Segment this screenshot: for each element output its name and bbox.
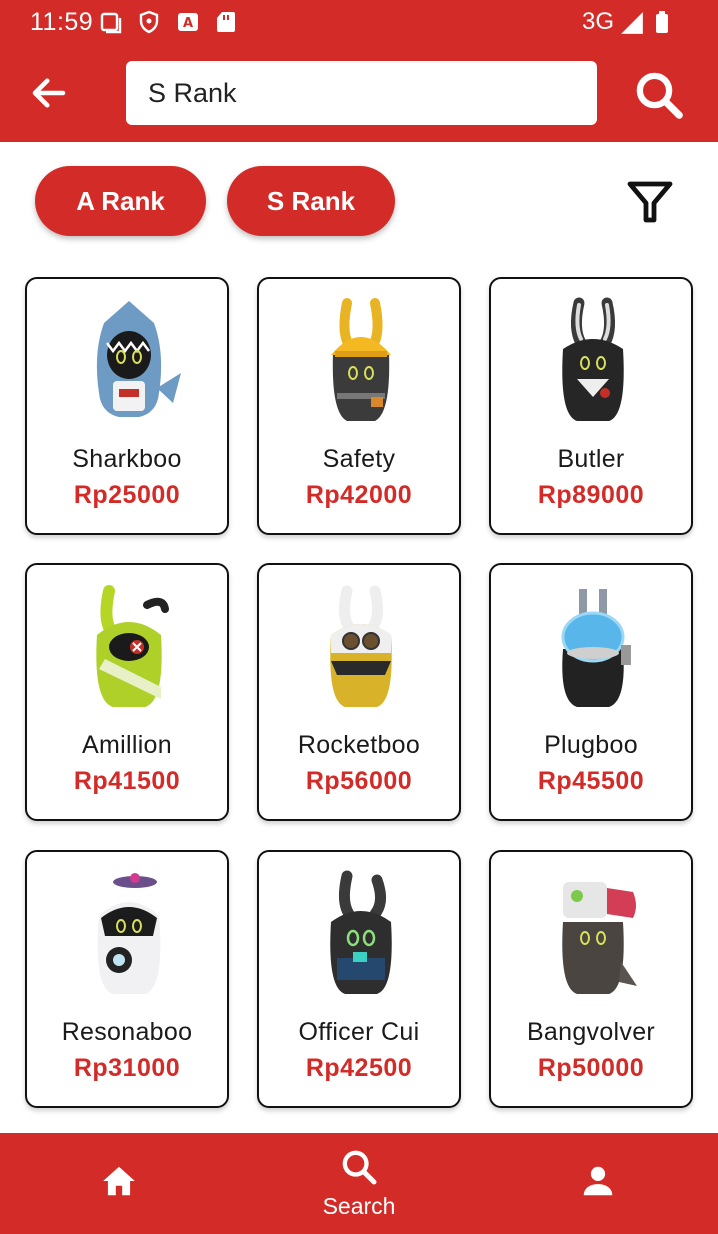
green-bangboo-icon	[96, 585, 169, 707]
search-icon	[342, 1150, 377, 1185]
product-price: Rp31000	[73, 1054, 181, 1082]
network-type: 3G	[582, 8, 615, 35]
shield-icon	[139, 10, 159, 34]
product-name: Bangvolver	[526, 1018, 656, 1046]
bottom-navigation: Search	[0, 1133, 718, 1234]
product-card-butler[interactable]: Butler Rp89000	[489, 277, 693, 535]
product-card-rocketboo[interactable]: Rocketboo Rp56000	[257, 563, 461, 821]
product-card-plugboo[interactable]: Plugboo Rp45500	[489, 563, 693, 821]
product-price: Rp56000	[305, 767, 413, 795]
product-name: Safety	[322, 445, 396, 473]
nav-home[interactable]	[40, 1133, 200, 1234]
notification-icon	[100, 12, 122, 34]
person-icon	[583, 1166, 613, 1196]
product-price: Rp42000	[305, 481, 413, 509]
product-price: Rp50000	[537, 1054, 645, 1082]
product-card-officer-cui[interactable]: Officer Cui Rp42500	[257, 850, 461, 1108]
filter-icon[interactable]	[626, 178, 674, 226]
product-name: Sharkboo	[72, 445, 182, 473]
nav-profile[interactable]	[518, 1133, 678, 1234]
nav-search-label: Search	[322, 1193, 396, 1219]
speaker-bangboo-icon	[97, 873, 161, 994]
shark-bangboo-icon	[96, 301, 181, 417]
font-icon: A	[178, 13, 198, 31]
product-price: Rp25000	[73, 481, 181, 509]
product-card-amillion[interactable]: Amillion Rp41500	[25, 563, 229, 821]
gun-bangboo-icon	[562, 882, 637, 994]
search-icon[interactable]	[632, 68, 686, 122]
chip-s-rank[interactable]: S Rank	[227, 166, 395, 236]
back-arrow-icon[interactable]	[28, 72, 70, 114]
product-name: Plugboo	[544, 731, 638, 759]
product-card-resonaboo[interactable]: Resonaboo Rp31000	[25, 850, 229, 1108]
product-price: Rp89000	[537, 481, 645, 509]
product-card-sharkboo[interactable]: Sharkboo Rp25000	[25, 277, 229, 535]
butler-bangboo-icon	[562, 297, 624, 421]
product-card-bangvolver[interactable]: Bangvolver Rp50000	[489, 850, 693, 1108]
signal-icon	[621, 12, 643, 34]
home-icon	[103, 1166, 135, 1196]
product-name: Rocketboo	[297, 731, 421, 759]
battery-icon	[656, 11, 668, 33]
product-price: Rp45500	[537, 767, 645, 795]
status-bar: 11:59 A 3G	[0, 0, 718, 44]
product-card-safety[interactable]: Safety Rp42000	[257, 277, 461, 535]
nav-search[interactable]: Search	[279, 1133, 439, 1234]
product-name: Officer Cui	[298, 1018, 420, 1046]
product-name: Butler	[557, 445, 625, 473]
plug-bangboo-icon	[561, 589, 631, 707]
status-time: 11:59	[30, 8, 94, 36]
app-header: 11:59 A 3G	[0, 0, 718, 142]
chip-a-rank[interactable]: A Rank	[35, 166, 206, 236]
svg-text:A: A	[183, 16, 193, 31]
product-name: Resonaboo	[61, 1018, 193, 1046]
product-name: Amillion	[82, 731, 172, 759]
hardhat-bangboo-icon	[331, 298, 391, 421]
product-price: Rp42500	[305, 1054, 413, 1082]
product-price: Rp41500	[73, 767, 181, 795]
search-input[interactable]	[126, 61, 597, 125]
pilot-bangboo-icon	[330, 585, 392, 707]
sd-card-icon	[217, 12, 235, 32]
officer-bangboo-icon	[330, 870, 392, 994]
